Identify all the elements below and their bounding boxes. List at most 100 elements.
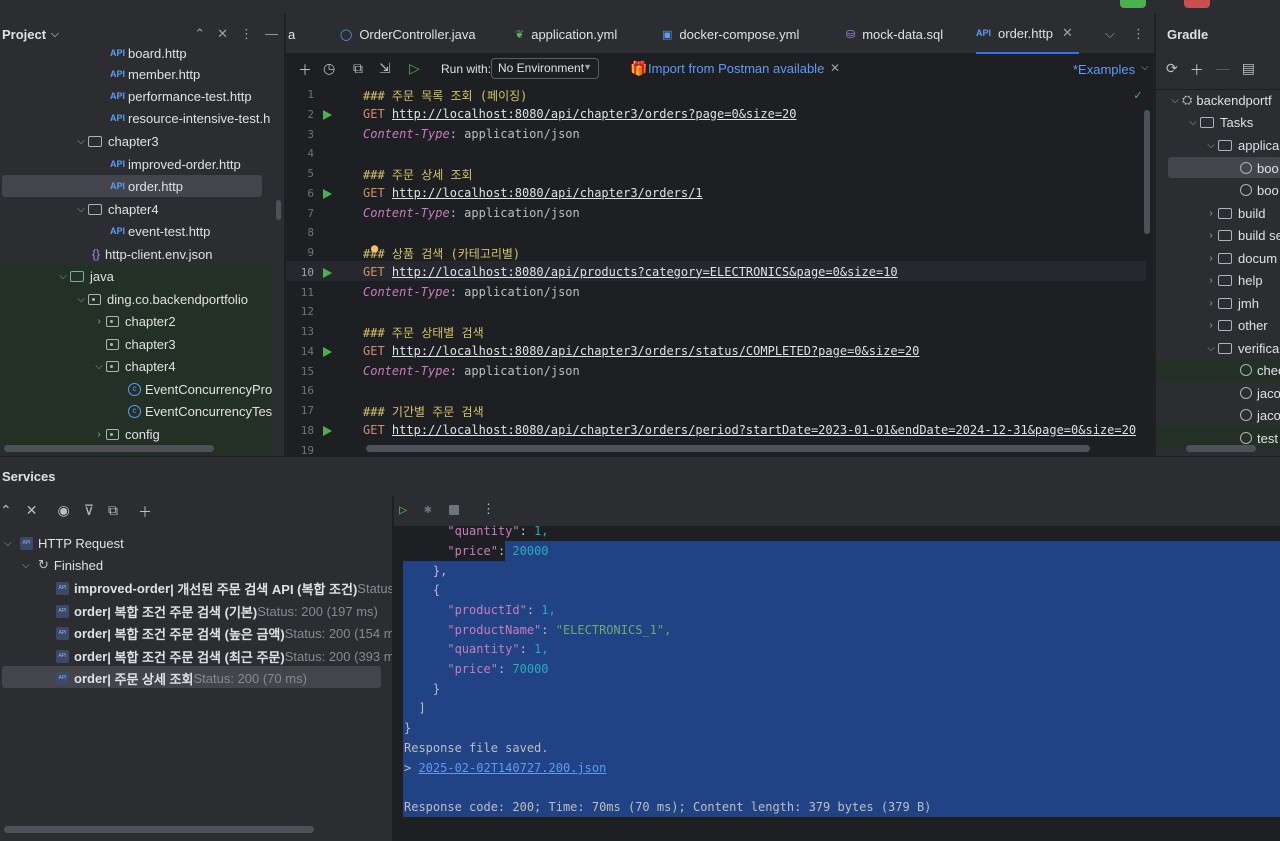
run-request-icon[interactable]	[323, 267, 332, 278]
lightbulb-icon[interactable]: ●	[371, 241, 378, 255]
project-vscroll[interactable]	[276, 200, 281, 220]
new-tab-icon[interactable]: ⧉	[108, 502, 118, 522]
editor-hscroll[interactable]	[366, 445, 1090, 452]
chevron-down-icon[interactable]: ⌵	[4, 538, 20, 549]
services-root[interactable]: ⌵ API HTTP Request	[4, 532, 124, 554]
request-url[interactable]: http://localhost:8080/api/products?categ…	[392, 265, 898, 279]
run-all-icon[interactable]: ▷	[409, 60, 420, 77]
request-row-order-high[interactable]: API order | 복합 조건 주문 검색 (높은 금액) Status: 2…	[56, 622, 392, 644]
gradle-task-boot1[interactable]: boo	[1240, 157, 1279, 179]
tree-item-event-test[interactable]: API event-test.http	[110, 220, 210, 242]
tree-item-board[interactable]: API board.http	[110, 42, 187, 64]
project-hscroll[interactable]	[4, 445, 214, 452]
eye-icon[interactable]: ◉	[57, 502, 69, 522]
debug-icon[interactable]: ✱	[424, 502, 432, 517]
chevron-right-icon[interactable]: ›	[1204, 298, 1218, 309]
services-hscroll[interactable]	[4, 826, 314, 833]
chevron-right-icon[interactable]: ›	[1204, 320, 1218, 331]
add-icon[interactable]: ＋	[298, 60, 312, 80]
request-row-improved-order[interactable]: API improved-order | 개선된 주문 검색 API (복합 조건…	[56, 577, 392, 599]
tree-item-http-client-env[interactable]: {} http-client.env.json	[92, 243, 212, 265]
gradle-task-boot2[interactable]: boo	[1240, 179, 1279, 201]
tree-class-event-concurrency-tes[interactable]: c EventConcurrencyTes	[128, 400, 272, 422]
tree-item-member[interactable]: API member.http	[110, 63, 200, 85]
chevron-down-icon[interactable]: ⌵	[1168, 95, 1182, 106]
chevron-down-icon[interactable]: ⌵	[1141, 62, 1149, 73]
editor-vscroll[interactable]	[1144, 110, 1150, 234]
chevron-down-icon[interactable]: ⌵	[74, 204, 88, 215]
tree-folder-java[interactable]: ⌵ java	[56, 265, 114, 287]
gradle-tasks[interactable]: ⌵ Tasks	[1186, 111, 1253, 133]
gradle-task-check[interactable]: chec	[1240, 359, 1280, 381]
tree-class-event-concurrency-pro[interactable]: c EventConcurrencyPro	[128, 378, 272, 400]
tree-folder-chapter4[interactable]: ⌵ chapter4	[74, 198, 158, 220]
examples-dropdown[interactable]: *Examples	[1073, 62, 1135, 77]
tree-package-chapter2[interactable]: › chapter2	[92, 310, 175, 332]
chevron-right-icon[interactable]: ›	[1204, 208, 1218, 219]
chevron-right-icon[interactable]: ›	[1204, 230, 1218, 241]
more-icon[interactable]: ⋮	[1132, 14, 1145, 54]
copy-icon[interactable]: ⧉	[353, 60, 363, 77]
collapse-icon[interactable]: ✕	[217, 26, 228, 42]
expand-icon[interactable]: ⌃	[194, 26, 205, 42]
gradle-documentation[interactable]: › docum	[1204, 247, 1277, 269]
expand-all-icon[interactable]: ⌃	[0, 502, 12, 522]
refresh-icon[interactable]: ⟳	[1166, 60, 1178, 80]
chevron-down-icon[interactable]: ⌵	[74, 294, 88, 305]
chevron-down-icon[interactable]: ⌵	[1204, 343, 1218, 354]
request-url[interactable]: http://localhost:8080/api/chapter3/order…	[392, 107, 797, 121]
more-icon[interactable]: ⋮	[240, 26, 253, 42]
chevron-right-icon[interactable]: ›	[1204, 253, 1218, 264]
tree-package-config[interactable]: › config	[92, 423, 159, 445]
gradle-jmh[interactable]: › jmh	[1204, 292, 1259, 314]
history-icon[interactable]: ◷	[323, 60, 335, 77]
tab-mock-data[interactable]: ⛁ mock-data.sql	[846, 14, 943, 54]
tab-order-controller[interactable]: ◯ OrderController.java	[340, 14, 476, 54]
request-url[interactable]: http://localhost:8080/api/chapter3/order…	[392, 344, 919, 358]
gradle-task-jacoco2[interactable]: jaco	[1240, 404, 1280, 426]
run-request-icon[interactable]	[323, 109, 332, 120]
hide-icon[interactable]: —	[265, 26, 278, 42]
import-postman-link[interactable]: Import from Postman available	[648, 61, 824, 76]
task-icon[interactable]: ▤	[1242, 60, 1255, 80]
remove-icon[interactable]: —	[1216, 60, 1230, 80]
chevron-down-icon[interactable]: ⌵	[74, 136, 88, 147]
chevron-down-icon[interactable]: ⌵	[22, 560, 38, 571]
chevron-down-icon[interactable]: ⌵	[92, 361, 106, 372]
run-request-icon[interactable]	[323, 425, 332, 436]
stop-icon[interactable]	[449, 505, 459, 515]
tree-item-improved-order[interactable]: API improved-order.http	[110, 153, 241, 175]
chevron-down-icon[interactable]: ⌵	[1204, 140, 1218, 151]
gradle-project[interactable]: ⌵ ⛭ backendportf	[1168, 89, 1271, 111]
close-icon[interactable]: ✕	[830, 61, 840, 75]
request-row-order-basic[interactable]: API order | 복합 조건 주문 검색 (기본) Status: 200 …	[56, 600, 378, 622]
more-icon[interactable]: ⋮	[482, 502, 495, 517]
gradle-hscroll[interactable]	[1186, 445, 1256, 452]
tabs-dropdown-icon[interactable]: ⌵	[1105, 14, 1115, 54]
close-icon[interactable]: ✕	[1062, 25, 1073, 41]
chevron-right-icon[interactable]: ›	[92, 316, 106, 327]
chevron-right-icon[interactable]: ›	[1204, 275, 1218, 286]
stop-button-top[interactable]	[1184, 0, 1210, 8]
tree-package-chapter4[interactable]: ⌵ chapter4	[92, 355, 175, 377]
add-service-icon[interactable]: ＋	[138, 502, 152, 522]
tree-item-performance-test[interactable]: API performance-test.http	[110, 85, 252, 107]
tree-package-chapter3[interactable]: chapter3	[106, 333, 176, 355]
gradle-build-setup[interactable]: › build se	[1204, 224, 1280, 246]
request-row-order-recent[interactable]: API order | 복합 조건 주문 검색 (최근 주문) Status: 2…	[56, 645, 392, 667]
run-request-icon[interactable]	[323, 346, 332, 357]
code-editor[interactable]: 1 ### 주문 목록 조회 (페이징) 2 GET http://localhost…	[286, 84, 1154, 456]
environment-select[interactable]: No Environment ▼	[491, 58, 599, 79]
request-url[interactable]: http://localhost:8080/api/chapter3/order…	[392, 423, 1136, 437]
tree-package-root[interactable]: ⌵ ding.co.backendportfolio	[74, 288, 248, 310]
tree-item-resource-test[interactable]: API resource-intensive-test.h	[110, 107, 270, 129]
gradle-help[interactable]: › help	[1204, 269, 1262, 291]
run-button-top[interactable]	[1120, 0, 1146, 8]
convert-icon[interactable]: ⇲	[379, 60, 391, 77]
chevron-down-icon[interactable]: ⌵	[56, 271, 70, 282]
tree-folder-chapter3[interactable]: ⌵ chapter3	[74, 130, 158, 152]
run-request-icon[interactable]	[323, 188, 332, 199]
gradle-task-jacoco1[interactable]: jaco	[1240, 382, 1280, 404]
gradle-application[interactable]: ⌵ applica	[1204, 134, 1279, 156]
request-url[interactable]: http://localhost:8080/api/chapter3/order…	[392, 186, 703, 200]
